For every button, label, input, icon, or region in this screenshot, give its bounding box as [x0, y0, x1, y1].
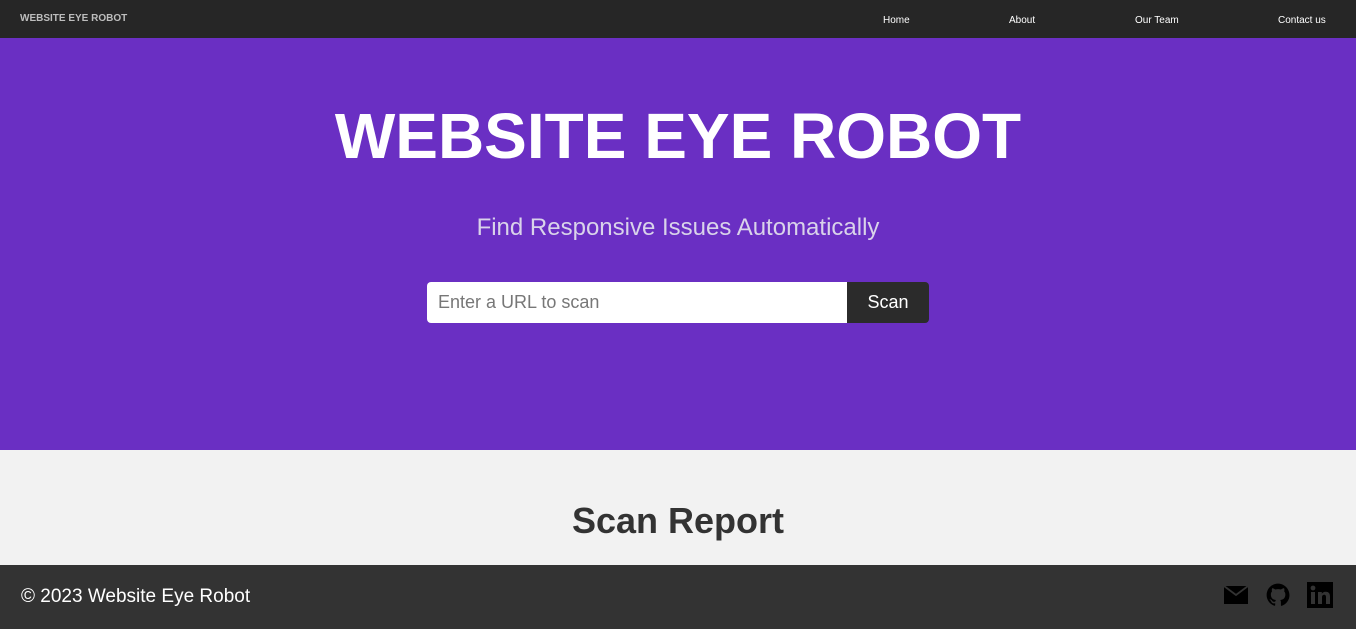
- github-icon[interactable]: [1265, 582, 1291, 608]
- hero-section: WEBSITE EYE ROBOT Find Responsive Issues…: [0, 38, 1356, 450]
- linkedin-icon[interactable]: [1307, 582, 1333, 608]
- hero-subtitle: Find Responsive Issues Automatically: [476, 214, 880, 241]
- scan-form: Scan: [427, 282, 929, 323]
- nav-contact-link[interactable]: Contact us: [1278, 15, 1326, 26]
- brand-link[interactable]: WEBSITE EYE ROBOT: [20, 13, 127, 24]
- nav-about-link[interactable]: About: [1009, 15, 1035, 26]
- nav-home-link[interactable]: Home: [883, 15, 910, 26]
- url-input[interactable]: [427, 282, 847, 323]
- nav-our-team-link[interactable]: Our Team: [1135, 15, 1179, 26]
- copyright-text: © 2023 Website Eye Robot: [21, 586, 251, 607]
- scan-report-title: Scan Report: [571, 500, 785, 541]
- hero-title: WEBSITE EYE ROBOT: [334, 100, 1022, 172]
- footer: © 2023 Website Eye Robot: [0, 565, 1356, 629]
- top-navbar: WEBSITE EYE ROBOT Home About Our Team Co…: [0, 0, 1356, 38]
- mail-icon[interactable]: [1223, 582, 1249, 608]
- scan-button[interactable]: Scan: [847, 282, 929, 323]
